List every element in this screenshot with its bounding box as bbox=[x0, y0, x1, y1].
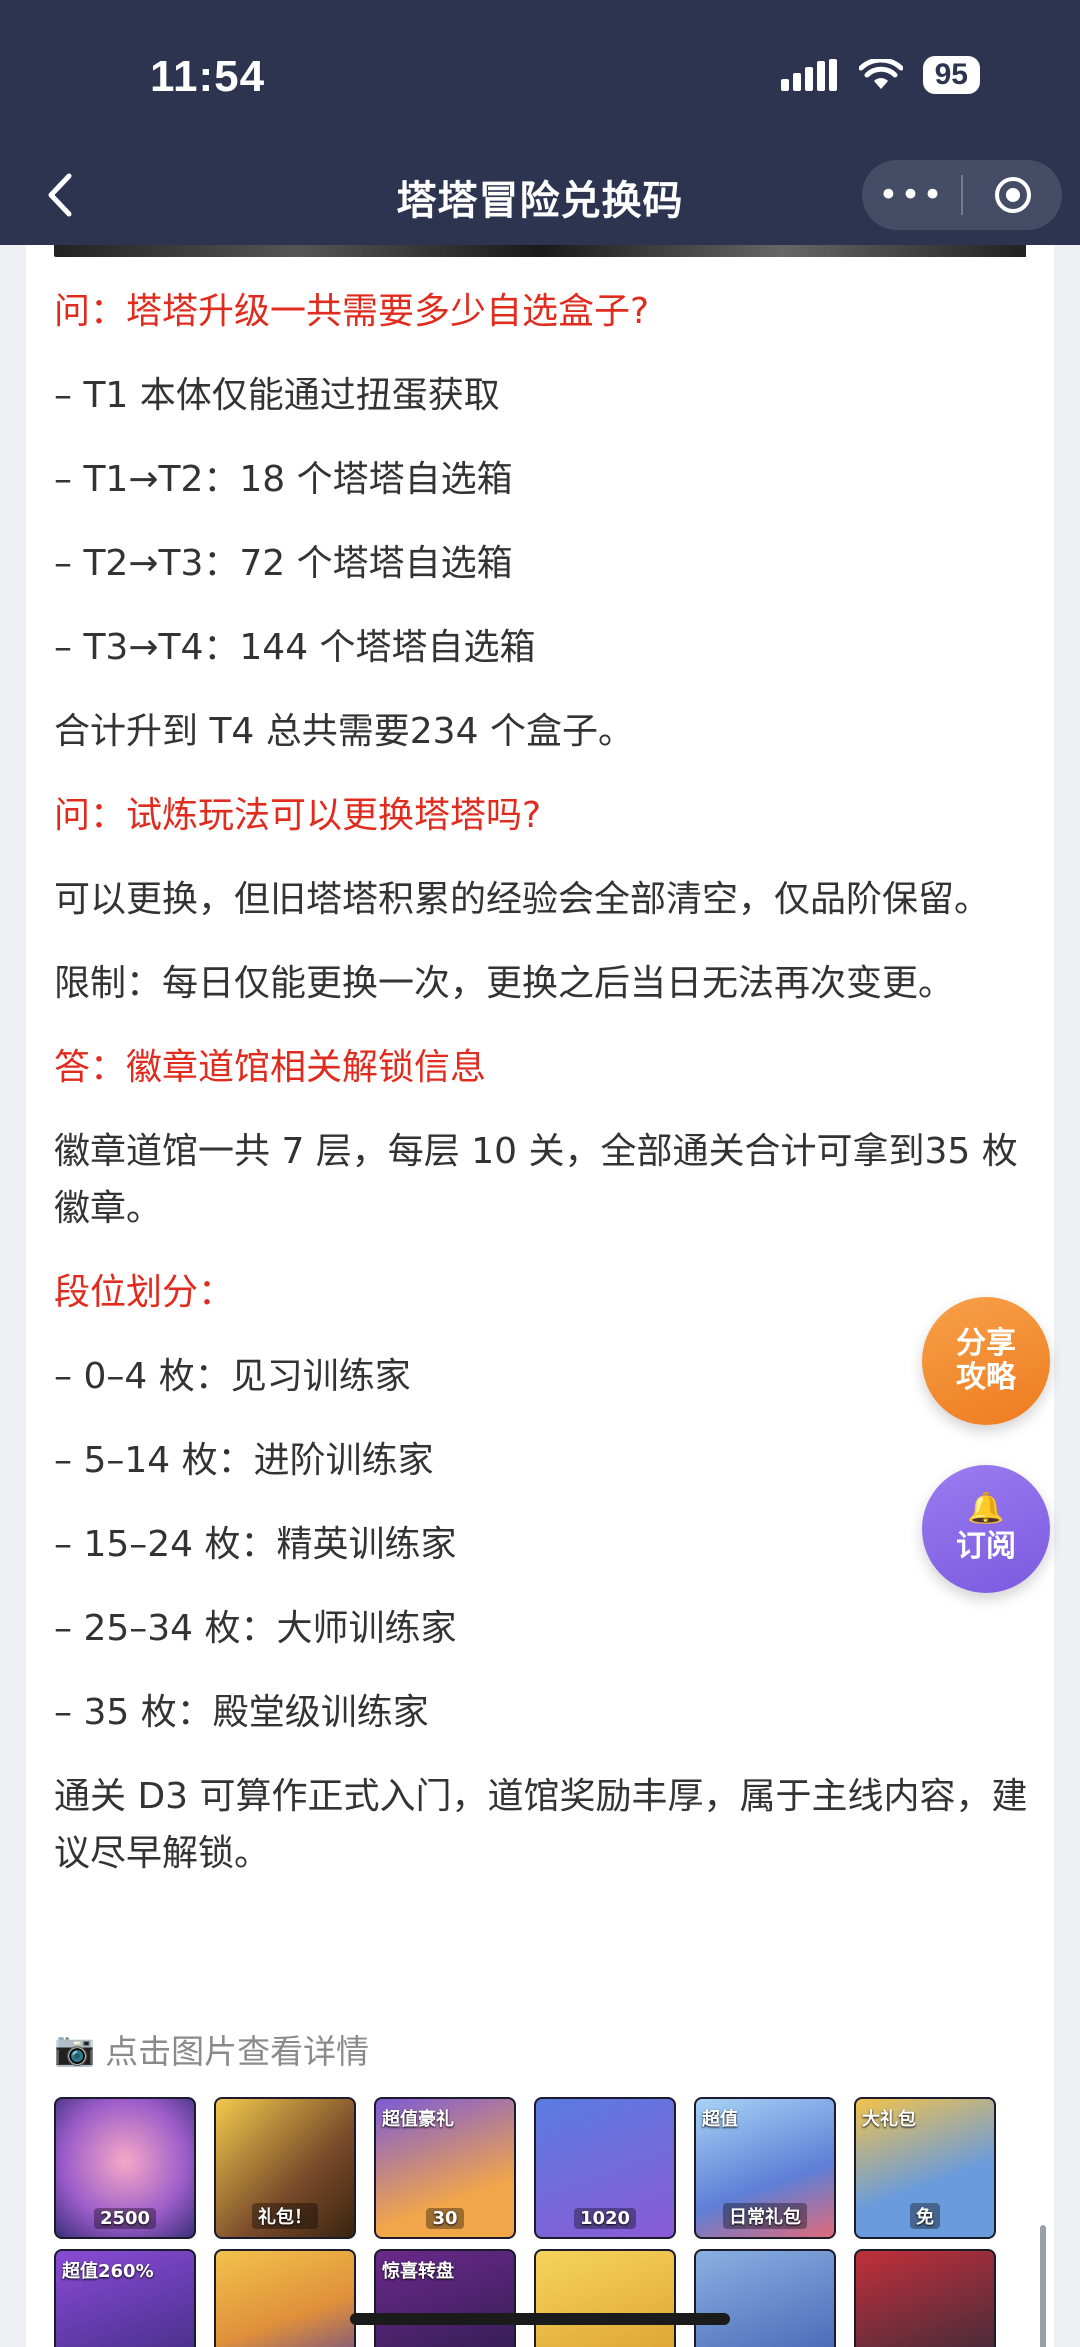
gallery-thumbnail[interactable]: 超值日常礼包 bbox=[694, 2097, 836, 2239]
home-indicator bbox=[350, 2313, 730, 2325]
wifi-icon bbox=[858, 59, 903, 89]
article-paragraph: – T2→T3：72 个塔塔自选箱 bbox=[54, 543, 513, 584]
article-image-edge bbox=[54, 245, 1026, 257]
section-heading: 问：试炼玩法可以更换塔塔吗? bbox=[54, 795, 542, 836]
gallery-thumbnail[interactable]: 超值260%16000 bbox=[54, 2249, 196, 2347]
gallery-grid: 2500礼包！超值豪礼301020超值日常礼包大礼包免超值260%16000小火… bbox=[54, 2097, 1034, 2347]
article-container: 问：塔塔升级一共需要多少自选盒子? – T1 本体仅能通过扭蛋获取 – T1→T2：… bbox=[26, 245, 1054, 2347]
article-paragraph: – 15–24 枚：精英训练家 bbox=[54, 1524, 457, 1565]
gallery-thumbnail[interactable]: 1020 bbox=[534, 2097, 676, 2239]
share-label-line1: 分享 bbox=[956, 1326, 1016, 1361]
gallery-thumbnail[interactable]: 大礼包免 bbox=[854, 2097, 996, 2239]
thumbnail-label: 2500 bbox=[93, 2208, 157, 2229]
share-label-line2: 攻略 bbox=[956, 1360, 1016, 1395]
bell-icon: 🔔 bbox=[967, 1491, 1005, 1526]
status-time: 11:54 bbox=[150, 52, 266, 101]
gallery-caption-text: 点击图片查看详情 bbox=[105, 2032, 370, 2071]
article-paragraph: – 35 枚：殿堂级训练家 bbox=[54, 1692, 429, 1733]
mini-program-capsule: ••• bbox=[862, 160, 1062, 230]
thumbnail-top-text: 超值豪礼 bbox=[382, 2109, 454, 2130]
camera-icon: 📷 bbox=[54, 2029, 96, 2068]
thumbnail-top-text: 超值 bbox=[702, 2109, 738, 2130]
section-heading: 段位划分： bbox=[54, 1272, 235, 1313]
gallery-thumbnail[interactable]: 超值豪礼 30 bbox=[374, 2097, 516, 2239]
subscribe-label: 订阅 bbox=[956, 1529, 1016, 1564]
subscribe-button[interactable]: 🔔 订阅 bbox=[922, 1465, 1050, 1593]
article-paragraph: – 0–4 枚：见习训练家 bbox=[54, 1356, 411, 1397]
section-heading: 问：塔塔升级一共需要多少自选盒子? bbox=[54, 291, 650, 332]
article-paragraph: – 5–14 枚：进阶训练家 bbox=[54, 1440, 434, 1481]
thumbnail-top-text: 惊喜转盘 bbox=[382, 2261, 454, 2282]
thumbnail-label: 礼包！ bbox=[252, 2203, 318, 2229]
section-heading: 答：徽章道馆相关解锁信息 bbox=[54, 1047, 487, 1088]
more-options-button[interactable]: ••• bbox=[862, 175, 961, 215]
article-paragraph: 合计升到 T4 总共需要234 个盒子。 bbox=[54, 711, 634, 752]
gallery-thumbnail[interactable]: 礼包 bbox=[534, 2249, 676, 2347]
gallery-thumbnail[interactable]: 惊喜转盘 bbox=[374, 2249, 516, 2347]
article-body: 问：塔塔升级一共需要多少自选盒子? – T1 本体仅能通过扭蛋获取 – T1→T2：… bbox=[54, 283, 1034, 1909]
thumbnail-label: 30 bbox=[426, 2208, 464, 2229]
article-paragraph: 徽章道馆一共 7 层，每层 10 关，全部通关合计可拿到35 枚徽章。 bbox=[54, 1131, 1018, 1229]
gallery-thumbnail[interactable] bbox=[854, 2249, 996, 2347]
thumbnail-top-text: 超值260% bbox=[62, 2261, 154, 2282]
thumbnail-label: 1020 bbox=[573, 2208, 637, 2229]
more-icon: ••• bbox=[878, 175, 945, 215]
gallery-thumbnail[interactable]: 2500 bbox=[54, 2097, 196, 2239]
thumbnail-label: 免 bbox=[910, 2203, 940, 2229]
target-icon bbox=[994, 177, 1031, 213]
status-bar: 11:54 95 bbox=[0, 0, 1080, 140]
status-icons: 95 bbox=[780, 56, 980, 94]
close-mini-program-button[interactable] bbox=[963, 175, 1062, 215]
thumbnail-top-text: 大礼包 bbox=[862, 2109, 916, 2130]
nav-bar: 塔塔冒险兑换码 ••• bbox=[0, 140, 1080, 245]
battery-indicator: 95 bbox=[922, 56, 980, 94]
gallery-thumbnail[interactable]: 礼包！ bbox=[214, 2097, 356, 2239]
gallery-thumbnail[interactable]: 05万米 bbox=[694, 2249, 836, 2347]
gallery-caption: 📷 点击图片查看详情 bbox=[54, 2025, 369, 2073]
article-paragraph: 限制：每日仅能更换一次，更换之后当日无法再次变更。 bbox=[54, 963, 955, 1004]
gallery-thumbnail[interactable]: 小火柴 bbox=[214, 2249, 356, 2347]
article-paragraph: 可以更换，但旧塔塔积累的经验会全部清空，仅品阶保留。 bbox=[54, 879, 991, 920]
thumbnail-label: 日常礼包 bbox=[723, 2203, 807, 2229]
article-paragraph: – 25–34 枚：大师训练家 bbox=[54, 1608, 457, 1649]
scrollbar[interactable] bbox=[1040, 2225, 1046, 2347]
article-paragraph: – T1→T2：18 个塔塔自选箱 bbox=[54, 459, 513, 500]
article-paragraph: 通关 D3 可算作正式入门，道馆奖励丰厚，属于主线内容，建议尽早解锁。 bbox=[54, 1776, 1028, 1874]
article-paragraph: – T3→T4：144 个塔塔自选箱 bbox=[54, 627, 536, 668]
signal-icon bbox=[780, 59, 837, 91]
article-paragraph: – T1 本体仅能通过扭蛋获取 bbox=[54, 375, 500, 416]
share-guide-button[interactable]: 分享 攻略 bbox=[922, 1297, 1050, 1425]
